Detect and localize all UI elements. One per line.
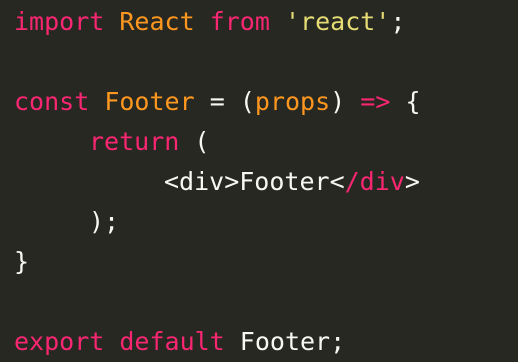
token-footer-identifier: Footer xyxy=(104,87,195,116)
token-from-keyword: from xyxy=(209,7,270,36)
code-line-2-blank xyxy=(14,42,518,82)
code-line-7: } xyxy=(14,242,518,282)
token-close-brace: } xyxy=(14,247,30,276)
code-line-3: const Footer = (props) => { xyxy=(14,82,518,122)
code-line-9: export default Footer; xyxy=(14,322,518,362)
token-export-keyword: export xyxy=(14,327,105,356)
token-arrow: => xyxy=(360,87,391,116)
code-line-4: return ( xyxy=(14,122,518,162)
code-line-5: <div>Footer</div> xyxy=(14,162,518,202)
token-props-param: props xyxy=(254,87,331,116)
token-jsx-close-tag: /div xyxy=(344,167,405,196)
code-editor[interactable]: import React from 'react'; const Footer … xyxy=(0,0,518,362)
token-close-paren: ) xyxy=(330,87,346,116)
token-return-keyword: return xyxy=(89,127,180,156)
token-jsx-open-div: <div>Footer< xyxy=(164,167,345,196)
code-line-8-blank xyxy=(14,282,518,322)
token-default-keyword: default xyxy=(119,327,225,356)
token-footer-export: Footer; xyxy=(239,327,346,356)
token-equals: = xyxy=(209,87,225,116)
token-react-identifier: React xyxy=(119,7,195,36)
token-open-brace: { xyxy=(405,87,421,116)
token-open-paren: ( xyxy=(194,127,210,156)
token-semicolon: ; xyxy=(390,7,406,36)
code-line-1: import React from 'react'; xyxy=(14,2,518,42)
token-const-keyword: const xyxy=(14,87,90,116)
token-open-paren: ( xyxy=(239,87,255,116)
token-close-paren-semicolon: ); xyxy=(89,207,120,236)
token-module-string: 'react' xyxy=(284,7,391,36)
token-jsx-close-bracket: > xyxy=(404,167,420,196)
code-line-6: ); xyxy=(14,202,518,242)
token-import-keyword: import xyxy=(14,7,105,36)
